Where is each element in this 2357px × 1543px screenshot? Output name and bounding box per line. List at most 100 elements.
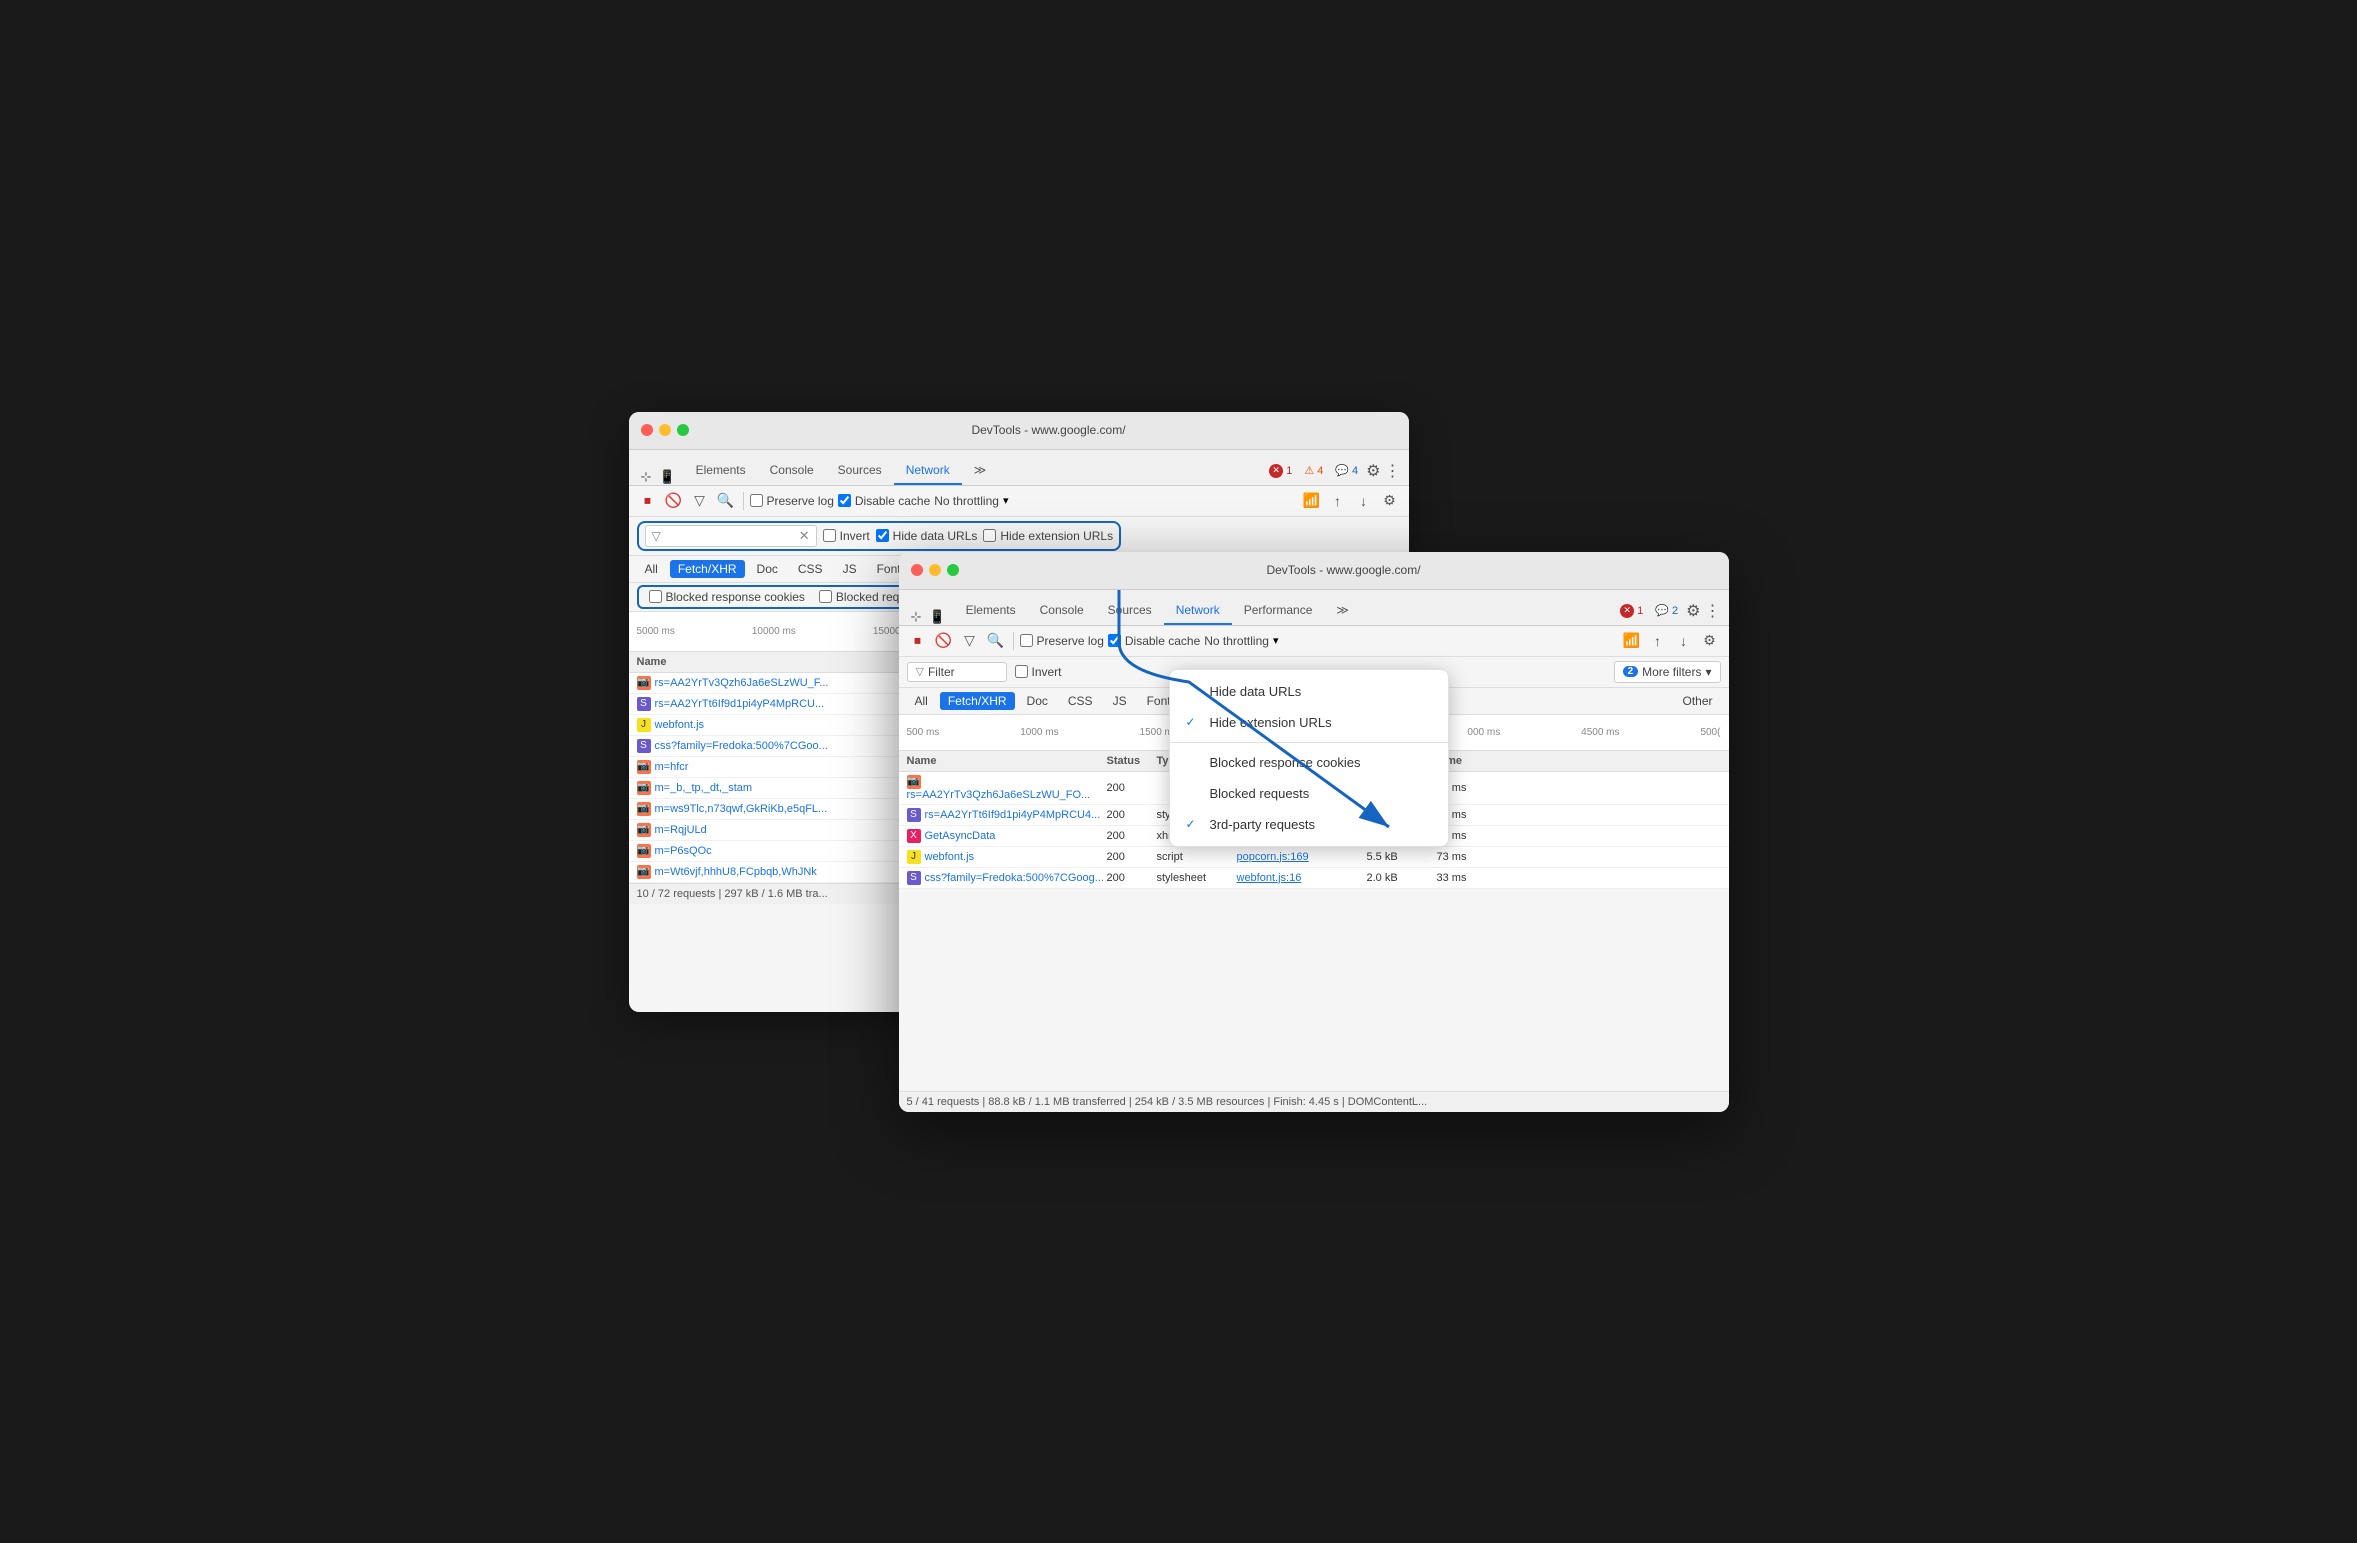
front-tab-elements[interactable]: Elements [954, 597, 1028, 625]
checkmark-third-party: ✓ [1186, 817, 1202, 831]
tab-console[interactable]: Console [758, 457, 826, 485]
front-preserve-log-label[interactable]: Preserve log [1020, 634, 1104, 648]
front-tab-network[interactable]: Network [1164, 597, 1232, 625]
screenshot-container: DevTools - www.google.com/ ⊹ 📱 Elements … [629, 412, 1729, 1132]
type-btn-css[interactable]: CSS [790, 560, 831, 578]
front-type-btn-fetch-xhr[interactable]: Fetch/XHR [940, 692, 1015, 710]
front-minimize-button[interactable] [929, 564, 941, 576]
row5-initiator[interactable]: webfont.js:16 [1237, 872, 1367, 884]
blocked-requests-checkbox[interactable] [819, 590, 832, 603]
dropdown-label-blocked-requests: Blocked requests [1210, 786, 1310, 801]
search-button[interactable]: 🔍 [715, 490, 737, 512]
front-filter-btn[interactable]: ▽ [959, 630, 981, 652]
resource-icon-img6: 📷 [637, 844, 651, 858]
row4-initiator[interactable]: popcorn.js:169 [1237, 851, 1367, 863]
front-clear-button[interactable]: 🚫 [933, 630, 955, 652]
invert-checkbox[interactable] [823, 529, 836, 542]
cursor-icon[interactable]: ⊹ [641, 469, 652, 485]
hide-data-urls-label[interactable]: Hide data URLs [876, 529, 978, 543]
type-btn-fetch-xhr[interactable]: Fetch/XHR [670, 560, 745, 578]
device-icon[interactable]: 📱 [659, 469, 675, 485]
front-disable-cache-checkbox[interactable] [1108, 634, 1121, 647]
hide-extension-urls-checkbox[interactable] [983, 529, 996, 542]
front-device-icon[interactable]: 📱 [929, 609, 945, 625]
throttle-chevron[interactable]: ▾ [1003, 494, 1009, 507]
row5-size: 2.0 kB [1367, 872, 1437, 884]
front-table-row[interactable]: Jwebfont.js 200 script popcorn.js:169 5.… [899, 847, 1729, 868]
dropdown-item-blocked-cookies[interactable]: Blocked response cookies [1170, 747, 1448, 778]
dropdown-label-hide-data: Hide data URLs [1210, 684, 1302, 699]
front-type-btn-doc[interactable]: Doc [1019, 692, 1056, 710]
front-search-button[interactable]: 🔍 [985, 630, 1007, 652]
front-upload-icon[interactable]: ↑ [1647, 630, 1669, 652]
throttle-value: No throttling [934, 494, 999, 508]
front-devtools-icons: ⊹ 📱 [907, 609, 950, 625]
front-download-icon[interactable]: ↓ [1673, 630, 1695, 652]
front-invert-checkbox[interactable] [1015, 665, 1028, 678]
checkmark-hide-ext: ✓ [1186, 715, 1202, 729]
hide-data-urls-checkbox[interactable] [876, 529, 889, 542]
front-type-btn-all[interactable]: All [907, 692, 936, 710]
dropdown-item-hide-data-urls[interactable]: Hide data URLs [1170, 676, 1448, 707]
front-maximize-button[interactable] [947, 564, 959, 576]
front-throttle-chevron[interactable]: ▾ [1273, 634, 1279, 647]
disable-cache-checkbox[interactable] [838, 494, 851, 507]
front-cursor-icon[interactable]: ⊹ [911, 609, 922, 625]
preserve-log-checkbox[interactable] [750, 494, 763, 507]
close-button[interactable] [641, 424, 653, 436]
invert-label[interactable]: Invert [823, 529, 870, 543]
download-icon[interactable]: ↓ [1353, 490, 1375, 512]
front-close-button[interactable] [911, 564, 923, 576]
upload-icon[interactable]: ↑ [1327, 490, 1349, 512]
dropdown-item-blocked-requests[interactable]: Blocked requests [1170, 778, 1448, 809]
type-btn-js[interactable]: JS [835, 560, 865, 578]
tab-network[interactable]: Network [894, 457, 962, 485]
type-btn-all[interactable]: All [637, 560, 666, 578]
settings-icon-toolbar[interactable]: ⚙ [1379, 490, 1401, 512]
filter-highlight-box: ▽ ✕ Invert Hide data URLs Hide extension… [637, 521, 1122, 551]
filter-input[interactable] [665, 529, 795, 543]
filter-icon-btn[interactable]: ▽ [689, 490, 711, 512]
front-preserve-log-checkbox[interactable] [1020, 634, 1033, 647]
front-wifi-icon[interactable]: 📶 [1621, 630, 1643, 652]
front-tab-performance[interactable]: Performance [1232, 597, 1325, 625]
dropdown-item-third-party[interactable]: ✓ 3rd-party requests [1170, 809, 1448, 840]
front-type-btn-css[interactable]: CSS [1060, 692, 1101, 710]
hide-extension-urls-label[interactable]: Hide extension URLs [983, 529, 1113, 543]
front-type-btn-other[interactable]: Other [1674, 692, 1720, 710]
record-button[interactable]: ⏹ [637, 490, 659, 512]
minimize-button[interactable] [659, 424, 671, 436]
type-btn-doc[interactable]: Doc [749, 560, 786, 578]
front-disable-cache-label[interactable]: Disable cache [1108, 634, 1200, 648]
blocked-cookies-label[interactable]: Blocked response cookies [649, 590, 805, 604]
front-titlebar: DevTools - www.google.com/ [899, 552, 1729, 590]
tab-elements[interactable]: Elements [684, 457, 758, 485]
dropdown-item-hide-extension-urls[interactable]: ✓ Hide extension URLs [1170, 707, 1448, 738]
settings-icon[interactable]: ⚙ [1366, 461, 1380, 481]
front-tab-console[interactable]: Console [1028, 597, 1096, 625]
front-settings-toolbar[interactable]: ⚙ [1699, 630, 1721, 652]
more-filters-button[interactable]: 2 More filters ▾ [1614, 661, 1721, 683]
tab-more[interactable]: ≫ [962, 457, 999, 485]
row5-status: 200 [1107, 872, 1157, 884]
front-settings-icon[interactable]: ⚙ [1686, 601, 1700, 621]
front-invert-label[interactable]: Invert [1015, 665, 1062, 679]
tab-sources[interactable]: Sources [826, 457, 894, 485]
blocked-cookies-checkbox[interactable] [649, 590, 662, 603]
preserve-log-label[interactable]: Preserve log [750, 494, 834, 508]
front-tab-sources[interactable]: Sources [1096, 597, 1164, 625]
front-record-button[interactable]: ⏹ [907, 630, 929, 652]
front-table-row[interactable]: Scss?family=Fredoka:500%7CGoog... 200 st… [899, 868, 1729, 889]
filter-clear-btn[interactable]: ✕ [799, 528, 810, 544]
row3-status: 200 [1107, 830, 1157, 842]
disable-cache-label[interactable]: Disable cache [838, 494, 930, 508]
front-type-btn-js[interactable]: JS [1105, 692, 1135, 710]
front-tab-more[interactable]: ≫ [1324, 597, 1361, 625]
wifi-icon[interactable]: 📶 [1301, 490, 1323, 512]
clear-button[interactable]: 🚫 [663, 490, 685, 512]
row1-icon: 📷 [907, 775, 921, 789]
dropdown-label-third-party: 3rd-party requests [1210, 817, 1316, 832]
front-more-icon[interactable]: ⋮ [1705, 601, 1721, 621]
maximize-button[interactable] [677, 424, 689, 436]
more-icon[interactable]: ⋮ [1385, 461, 1401, 481]
